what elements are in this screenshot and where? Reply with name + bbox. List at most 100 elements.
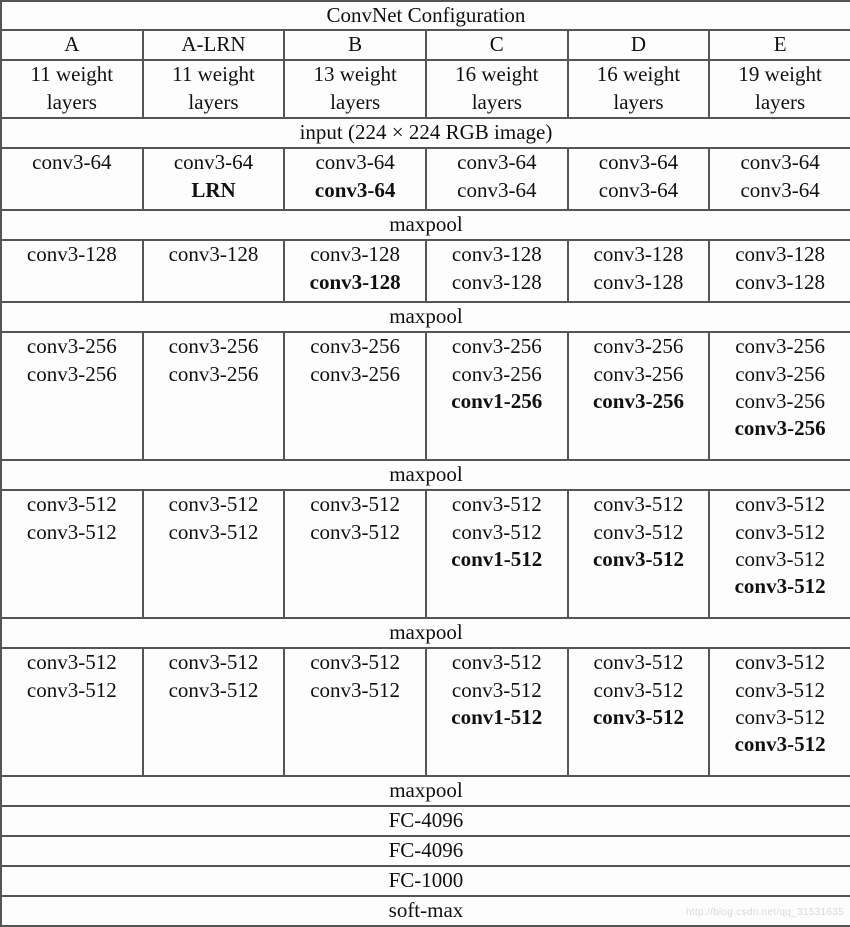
weight-layers-a-lrn: 11 weight layers: [141, 59, 286, 120]
conv-layer-label: conv3-512: [735, 677, 826, 702]
title-row: ConvNet Configuration: [0, 0, 850, 32]
maxpool-label-3: maxpool: [0, 459, 850, 492]
conv-layer-label: conv3-512: [168, 677, 259, 702]
conv-layer-label: conv1-512: [451, 546, 543, 571]
text-line: layers: [46, 89, 97, 114]
conv-stack-256-c: conv3-256 conv3-256 conv1-256: [424, 331, 569, 462]
conv-layer-label: conv3-128: [735, 242, 826, 267]
conv-layer-label: conv3-512: [168, 492, 259, 517]
maxpool-row-4: maxpool: [0, 617, 850, 650]
text-line: 16 weight: [596, 62, 681, 87]
conv-layer-label: conv3-512: [593, 519, 684, 544]
maxpool-label-2: maxpool: [0, 301, 850, 334]
conv-block-256: conv3-256 conv3-256 conv3-256 conv3-256 co…: [0, 331, 850, 462]
conv-stack-128-a-lrn: conv3-128: [141, 239, 286, 304]
maxpool-row-2: maxpool: [0, 301, 850, 334]
weight-layers-b: 13 weight layers: [283, 59, 427, 120]
conv-stack-512a-c: conv3-512 conv3-512 conv1-512: [424, 489, 569, 620]
conv-layer-label: conv3-512: [451, 677, 542, 702]
conv-stack-64-e: conv3-64 conv3-64: [708, 147, 850, 212]
text-line: layers: [755, 89, 806, 114]
conv-stack-128-e: conv3-128 conv3-128: [708, 239, 850, 304]
maxpool-row-3: maxpool: [0, 459, 850, 492]
config-letter-a: A: [0, 29, 144, 62]
conv-block-512-b: conv3-512 conv3-512 conv3-512 conv3-512 co…: [0, 647, 850, 778]
table-title: ConvNet Configuration: [0, 0, 850, 32]
conv-layer-label: conv3-512: [735, 650, 826, 675]
conv-layer-label: conv3-512: [310, 492, 401, 517]
conv-layer-label: conv3-512: [26, 650, 117, 675]
text-line: layers: [188, 89, 239, 114]
text-line: layers: [613, 89, 664, 114]
conv-layer-label: conv3-512: [168, 519, 259, 544]
conv-layer-label: LRN: [191, 177, 236, 202]
conv-layer-label: conv3-512: [310, 519, 401, 544]
conv-layer-label: conv3-128: [451, 242, 542, 267]
conv-stack-256-d: conv3-256 conv3-256 conv3-256: [566, 331, 711, 462]
fc-4096-label-1: FC-4096: [0, 805, 850, 838]
weight-layers-a: 11 weight layers: [0, 59, 144, 120]
conv-layer-label: conv3-256: [593, 361, 684, 386]
conv-layer-label: conv3-512: [26, 677, 117, 702]
conv-layer-label: conv3-256: [593, 334, 684, 359]
conv-layer-label: conv3-256: [310, 361, 401, 386]
weight-layers-c: 16 weight layers: [424, 59, 569, 120]
conv-layer-label: conv3-512: [734, 574, 826, 599]
conv-layer-label: conv3-128: [451, 269, 542, 294]
maxpool-label-1: maxpool: [0, 209, 850, 242]
conv-layer-label: conv3-512: [168, 650, 259, 675]
conv-layer-label: conv3-64: [457, 150, 537, 175]
conv-layer-label: conv3-64: [315, 150, 395, 175]
conv-stack-128-c: conv3-128 conv3-128: [424, 239, 569, 304]
conv-layer-label: conv3-64: [173, 150, 254, 175]
text-line: 16 weight: [455, 62, 539, 87]
conv-layer-label: conv3-256: [26, 361, 117, 386]
conv-layer-label: conv3-512: [451, 650, 542, 675]
conv-layer-label: conv3-512: [592, 704, 684, 729]
conv-stack-512b-d: conv3-512 conv3-512 conv3-512: [566, 647, 711, 778]
conv-layer-label: conv3-512: [735, 492, 826, 517]
conv-layer-label: conv3-512: [26, 492, 117, 517]
config-letter-row: A A-LRN B C D E: [0, 29, 850, 62]
conv-layer-label: conv3-512: [593, 677, 684, 702]
conv-stack-128-d: conv3-128 conv3-128: [566, 239, 711, 304]
conv-stack-256-b: conv3-256 conv3-256: [283, 331, 427, 462]
conv-layer-label: conv3-64: [314, 177, 396, 202]
conv-layer-label: conv3-512: [592, 546, 684, 571]
conv-stack-64-b: conv3-64 conv3-64: [283, 147, 427, 212]
input-spec: input (224 × 224 RGB image): [0, 117, 850, 150]
fc-row-3: FC-1000: [0, 865, 850, 898]
conv-layer-label: conv3-256: [592, 388, 684, 413]
conv-layer-label: conv3-512: [451, 492, 542, 517]
fc-4096-label-2: FC-4096: [0, 835, 850, 868]
conv-stack-512b-a: conv3-512 conv3-512: [0, 647, 144, 778]
conv-stack-256-a: conv3-256 conv3-256: [0, 331, 144, 462]
fc-row-2: FC-4096: [0, 835, 850, 868]
conv-stack-512a-d: conv3-512 conv3-512 conv3-512: [566, 489, 711, 620]
conv-layer-label: conv3-512: [735, 519, 826, 544]
config-letter-c: C: [424, 29, 569, 62]
text-line: 13 weight: [313, 62, 397, 87]
conv-stack-64-a-lrn: conv3-64 LRN: [141, 147, 286, 212]
conv-stack-512b-e: conv3-512 conv3-512 conv3-512 conv3-512: [708, 647, 850, 778]
config-letter-a-lrn: A-LRN: [141, 29, 286, 62]
conv-layer-label: conv3-512: [735, 704, 826, 729]
conv-layer-label: conv3-512: [310, 677, 401, 702]
conv-stack-512a-a-lrn: conv3-512 conv3-512: [141, 489, 286, 620]
conv-layer-label: conv3-64: [457, 177, 537, 202]
conv-layer-label: conv3-256: [735, 361, 826, 386]
conv-stack-64-d: conv3-64 conv3-64: [566, 147, 711, 212]
conv-stack-512b-a-lrn: conv3-512 conv3-512: [141, 647, 286, 778]
text-line: 11 weight: [30, 62, 114, 87]
conv-stack-512a-e: conv3-512 conv3-512 conv3-512 conv3-512: [708, 489, 850, 620]
conv-block-128: conv3-128 conv3-128 conv3-128 conv3-128 c…: [0, 239, 850, 304]
config-letter-b: B: [283, 29, 427, 62]
conv-layer-label: conv3-256: [735, 388, 826, 413]
conv-layer-label: conv3-64: [32, 150, 112, 175]
conv-layer-label: conv3-512: [735, 546, 826, 571]
conv-layer-label: conv3-128: [309, 269, 401, 294]
conv-stack-128-a: conv3-128: [0, 239, 144, 304]
conv-block-512-a: conv3-512 conv3-512 conv3-512 conv3-512 co…: [0, 489, 850, 620]
conv-layer-label: conv3-128: [168, 242, 259, 267]
convnet-configuration-table: ConvNet Configuration A A-LRN B C D E 11…: [0, 0, 850, 927]
